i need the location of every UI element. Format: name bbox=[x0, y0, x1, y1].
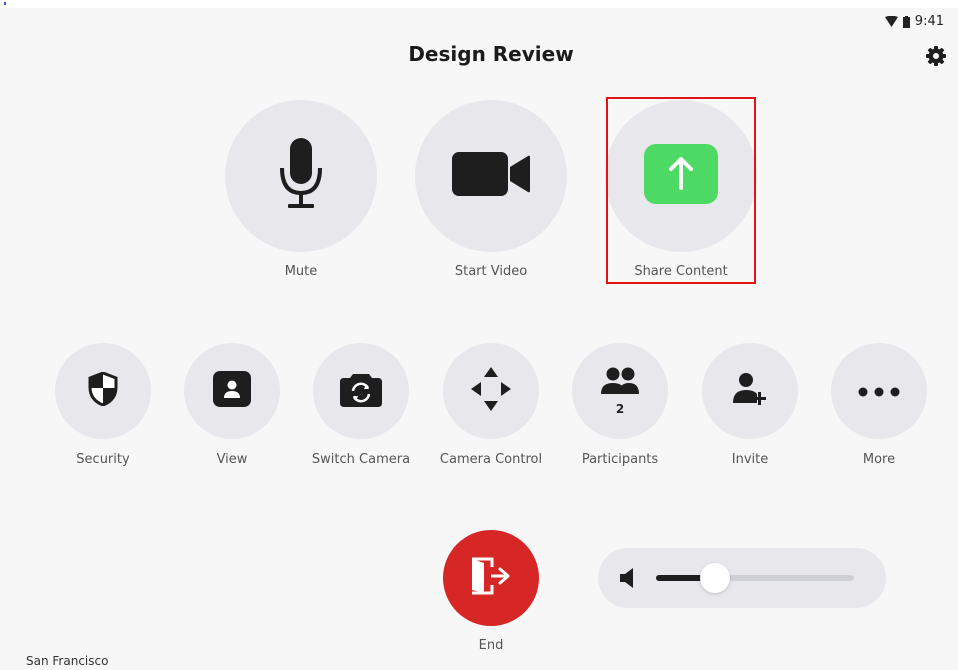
corner-marker bbox=[4, 2, 6, 5]
switch-camera-button[interactable]: Switch Camera bbox=[296, 343, 426, 467]
mute-button[interactable]: Mute bbox=[225, 100, 377, 279]
switch-camera-label: Switch Camera bbox=[311, 452, 411, 467]
invite-circle[interactable] bbox=[702, 343, 798, 439]
start-video-button[interactable]: Start Video bbox=[415, 100, 567, 279]
person-card-icon bbox=[213, 371, 251, 411]
status-time: 9:41 bbox=[914, 14, 944, 29]
participants-circle[interactable]: 2 bbox=[572, 343, 668, 439]
share-content-circle[interactable] bbox=[605, 100, 757, 252]
meeting-title: Design Review bbox=[408, 42, 574, 66]
camera-control-button[interactable]: Camera Control bbox=[426, 343, 556, 467]
view-button[interactable]: View bbox=[167, 343, 297, 467]
start-video-label: Start Video bbox=[454, 264, 528, 279]
shield-icon bbox=[88, 371, 118, 410]
wifi-icon bbox=[884, 16, 898, 27]
microphone-icon bbox=[278, 138, 324, 214]
status-bar: 9:41 bbox=[884, 14, 944, 29]
switch-camera-circle[interactable] bbox=[313, 343, 409, 439]
location-label: San Francisco bbox=[26, 654, 109, 668]
share-content-label: Share Content bbox=[634, 264, 728, 279]
more-circle[interactable] bbox=[831, 343, 927, 439]
invite-button[interactable]: Invite bbox=[685, 343, 815, 467]
volume-track[interactable] bbox=[656, 563, 854, 593]
security-button[interactable]: Security bbox=[38, 343, 168, 467]
start-video-circle[interactable] bbox=[415, 100, 567, 252]
mute-circle[interactable] bbox=[225, 100, 377, 252]
share-content-button[interactable]: Share Content bbox=[605, 100, 757, 279]
view-circle[interactable] bbox=[184, 343, 280, 439]
participants-label: Participants bbox=[581, 452, 659, 467]
switch-camera-icon bbox=[340, 371, 382, 411]
volume-slider-thumb[interactable] bbox=[700, 563, 730, 593]
more-button[interactable]: More bbox=[814, 343, 944, 467]
move-arrows-icon bbox=[471, 367, 511, 415]
volume-control[interactable] bbox=[598, 548, 886, 608]
view-label: View bbox=[216, 452, 248, 467]
end-call-circle[interactable] bbox=[443, 530, 539, 626]
security-label: Security bbox=[76, 452, 130, 467]
speaker-icon bbox=[620, 568, 634, 592]
end-call-label: End bbox=[478, 638, 504, 653]
more-label: More bbox=[862, 452, 896, 467]
add-person-icon bbox=[732, 372, 768, 410]
share-arrow-icon bbox=[644, 144, 718, 208]
end-call-button[interactable]: End bbox=[443, 530, 539, 653]
video-camera-icon bbox=[452, 152, 530, 200]
camera-control-label: Camera Control bbox=[439, 452, 543, 467]
settings-gear-icon[interactable] bbox=[926, 46, 946, 66]
participants-button[interactable]: 2 Participants bbox=[555, 343, 685, 467]
mute-label: Mute bbox=[284, 264, 318, 279]
security-circle[interactable] bbox=[55, 343, 151, 439]
invite-label: Invite bbox=[731, 452, 769, 467]
participants-icon bbox=[600, 366, 640, 400]
exit-door-icon bbox=[470, 557, 512, 599]
more-dots-icon bbox=[858, 382, 900, 401]
camera-control-circle[interactable] bbox=[443, 343, 539, 439]
battery-icon bbox=[902, 15, 910, 28]
participant-count: 2 bbox=[615, 402, 625, 416]
